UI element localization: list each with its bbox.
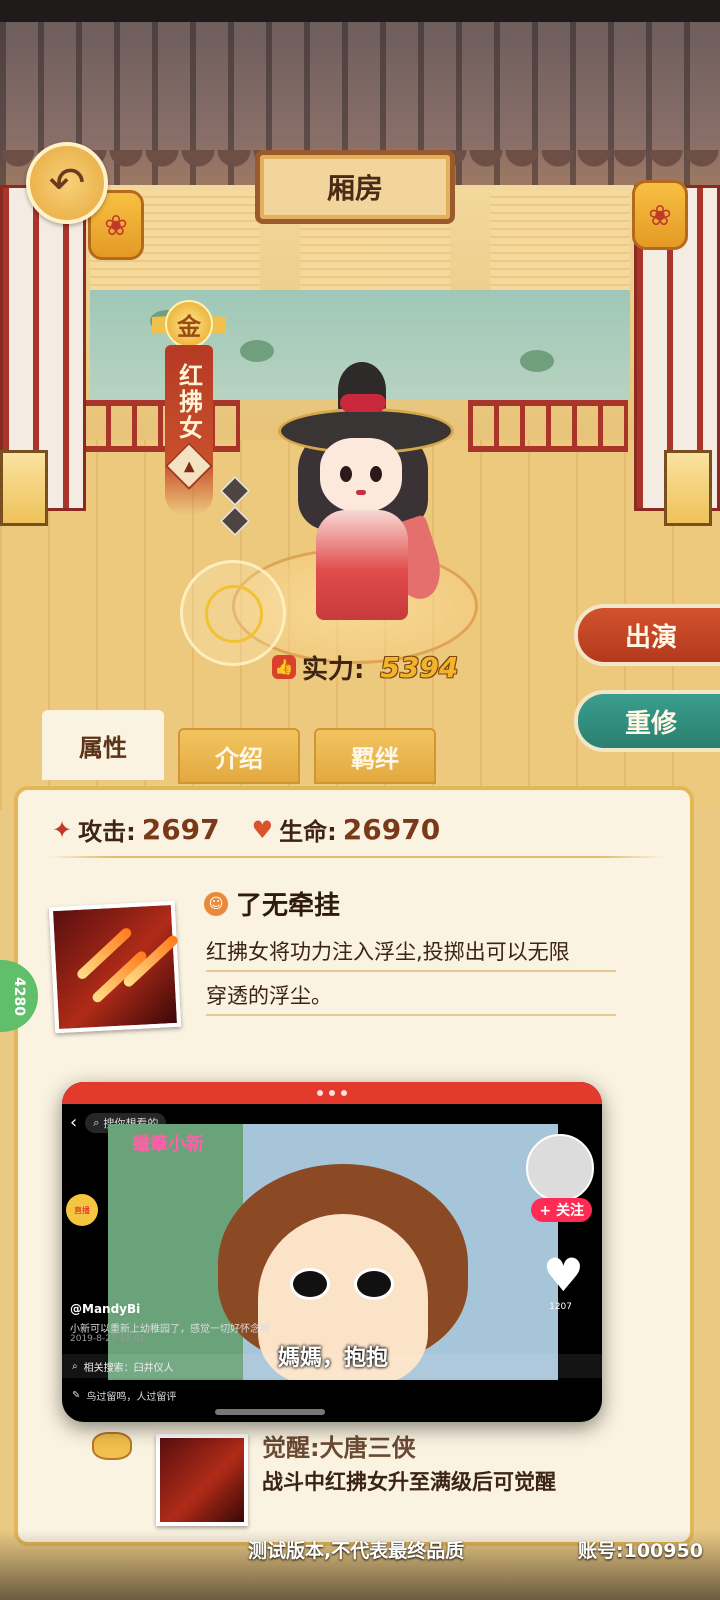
hero-eye [370,466,382,482]
lily-pad [520,350,554,372]
hero-hat-flower [340,394,386,412]
dot-icon [329,1090,335,1096]
back-button[interactable]: ↶ [26,142,108,224]
railing-right [468,400,628,452]
test-version-disclaimer: 测试版本,不代表最终品质 [248,1540,465,1562]
coin-icon [92,1432,132,1460]
like-count: 1207 [549,1302,572,1312]
retrain-button[interactable]: 重修 [574,690,720,752]
follow-button[interactable]: + 关注 [531,1198,592,1222]
tab-bonds[interactable]: 羁绊 [314,728,436,784]
awaken-title: 觉醒:大唐三侠 [262,1434,416,1462]
account-id: 账号:100950 [578,1540,703,1562]
dot-icon [341,1090,347,1096]
video-drag-bar[interactable] [62,1082,602,1104]
hero-mouth [356,490,366,495]
skill-description-line: 红拂女将功力注入浮尘,投掷出可以无限 [206,940,570,964]
show-logo: 蠟筆小新 [132,1134,204,1155]
awaken-skill-icon[interactable] [156,1434,248,1526]
hp-value: 26970 [342,813,441,846]
hero-face [320,438,402,512]
faction-emblem-icon: ▲ [164,441,214,491]
pen-icon: ✎ [72,1389,81,1401]
skill-name: 了无牵挂 [236,891,341,921]
joystick-knob [205,585,263,643]
perform-label: 出演 [624,622,677,653]
side-chip-text: 4280 [11,976,27,1016]
attack-value: 2697 [141,813,220,846]
emoji-icon[interactable]: ☺ [523,1385,537,1400]
sparkle-attack-icon: ✦ [52,815,73,844]
tab-label: 羁绊 [351,744,399,773]
attack-label: 攻击: [78,818,136,846]
skill-icon[interactable] [48,900,182,1034]
live-badge[interactable]: 直播 [66,1194,98,1226]
live-badge-text: 直播 [74,1205,90,1215]
power-value: 5394 [380,650,459,684]
back-arrow-icon: ↶ [48,157,86,209]
tab-attributes[interactable]: 属性 [42,710,164,780]
floating-video-window[interactable]: ‹ ⌕ 搜你想看的 蠟筆小新 媽媽，抱抱 直播 + 关注 ♥ 1207 @Man… [62,1082,602,1422]
video-frame[interactable]: 蠟筆小新 媽媽，抱抱 [108,1124,558,1380]
railing-left [80,400,240,452]
hero-character-sprite[interactable] [278,360,458,630]
emoji-icon[interactable]: ☺ [578,1385,592,1400]
rotate-joystick[interactable] [180,560,286,666]
comment-placeholder: 鸟过留鸣，人过留评 [86,1391,177,1403]
power-display: 👍 实力: 5394 [272,647,458,687]
floor-lamp [664,450,712,526]
video-back-icon[interactable]: ‹ [70,1112,77,1133]
video-date: 2019-8-27 19:01 [70,1334,146,1344]
tab-label: 介绍 [215,744,263,773]
creator-avatar[interactable] [526,1134,594,1202]
dot-icon [317,1090,323,1096]
emoji-row: ☺ ☺ ☺ [523,1385,592,1400]
cartoon-eye [354,1268,394,1300]
video-caption: 小新可以重新上幼稚园了，感觉一切好怀念啊 [70,1324,270,1335]
status-bar [0,0,720,22]
page-title: 厢房 [326,172,383,205]
divider [46,856,666,858]
floor-lamp [0,450,48,526]
lantern-icon: ❀ [632,180,688,250]
hero-name: 红拂女 [174,363,203,441]
like-heart-icon[interactable]: ♥ [543,1248,584,1302]
video-resize-handle[interactable] [215,1409,325,1415]
comment-input[interactable]: ✎ 鸟过留鸣，人过留评 [62,1382,602,1408]
hero-body [316,510,408,620]
skill-description: 红拂女将功力注入浮尘,投掷出可以无限 穿透的浮尘。 [206,930,616,1018]
cartoon-eye [290,1268,330,1300]
tab-label: 属性 [79,733,127,762]
perform-button[interactable]: 出演 [574,604,720,666]
thumbs-up-icon: 👍 [272,655,296,679]
heart-icon: ♥ [251,815,274,844]
search-icon: ⌕ [93,1115,100,1129]
awaken-description: 战斗中红拂女升至满级后可觉醒 [262,1470,556,1494]
grade-circle: 金 [165,300,213,348]
hero-name-banner: 红拂女 ▲ [164,345,214,515]
lily-pad [240,340,274,362]
follow-label: + 关注 [539,1203,584,1219]
power-label: 实力: [302,654,365,685]
stats-row: ✦ 攻击: 2697 ♥ 生命: 26970 [52,812,466,847]
mascot-icon: ☺ [204,891,228,916]
skill-header: ☺ 了无牵挂 [204,885,340,922]
hp-label: 生命: [279,818,337,846]
info-tabs: 属性 介绍 羁绊 [42,710,436,784]
tab-intro[interactable]: 介绍 [178,728,300,784]
retrain-label: 重修 [624,708,677,739]
skill-description-line: 穿透的浮尘。 [206,984,332,1008]
related-search-text: 相关搜索：臼井仪人 [83,1362,174,1374]
hero-eye [340,466,352,482]
video-username[interactable]: @MandyBi [70,1302,140,1316]
related-search-bar[interactable]: ⌕ 相关搜索：臼井仪人 [62,1354,602,1378]
page-title-plaque: 厢房 [255,150,455,224]
emoji-icon[interactable]: ☺ [551,1385,565,1400]
grade-badge: 金 [152,298,226,350]
search-icon: ⌕ [72,1360,78,1372]
grade-text: 金 [177,312,201,341]
